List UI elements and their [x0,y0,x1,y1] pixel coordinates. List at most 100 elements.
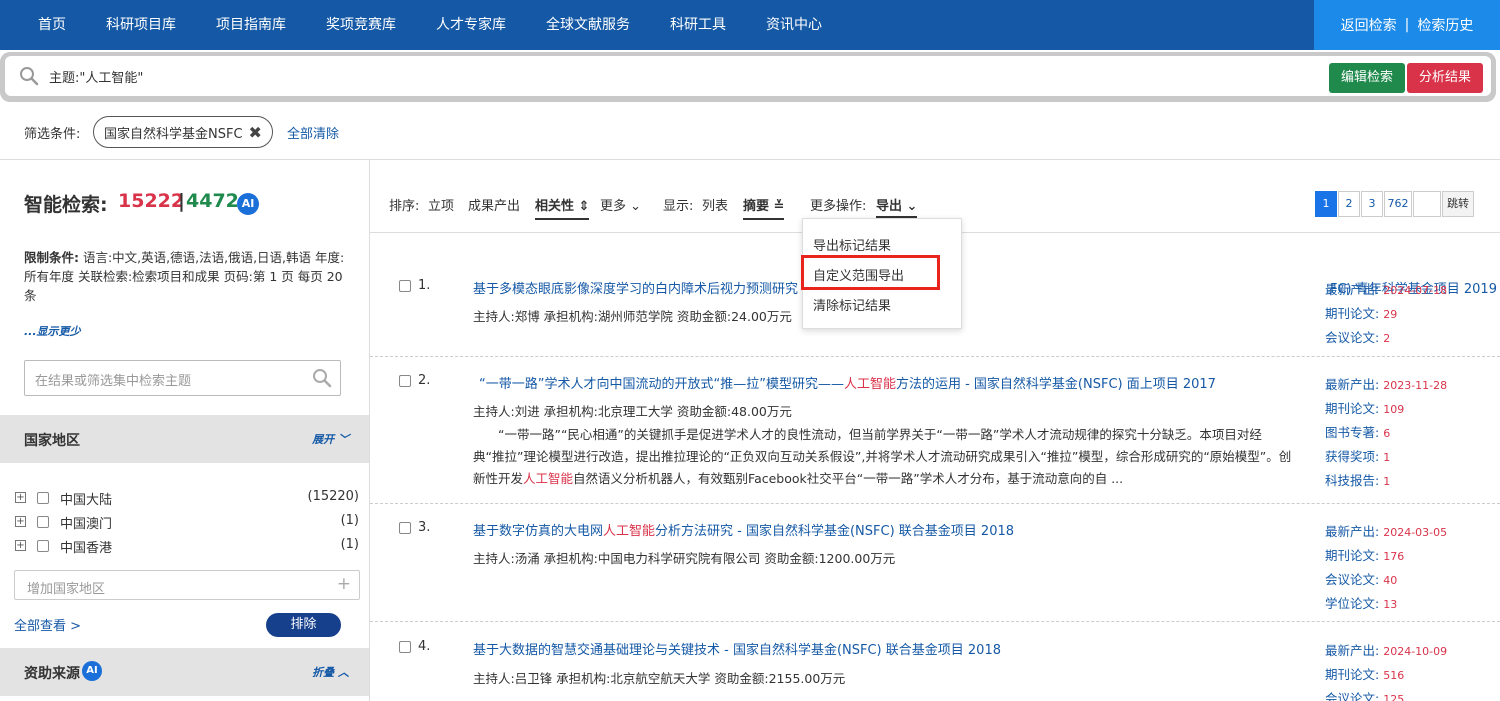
nav-experts[interactable]: 人才专家库 [416,0,526,50]
sort-by-output[interactable]: 成果产出 [468,195,520,214]
nav-home[interactable]: 首页 [0,0,86,50]
close-icon[interactable]: ✖ [249,123,262,142]
result-checkbox[interactable] [399,522,411,534]
add-region-input[interactable]: 增加国家地区 + [14,570,360,600]
result-stat[interactable]: 期刊论文: 176 [1325,545,1404,564]
display-abstract[interactable]: 摘要 ≚ [743,195,785,220]
result-title-link[interactable]: “一带一路”学术人才向中国流动的开放式“推—拉”模型研究——人工智能方法的运用 … [479,373,1216,392]
ai-icon[interactable]: AI [82,661,102,681]
region-checkbox[interactable] [37,516,49,528]
result-checkbox[interactable] [399,280,411,292]
result-stat[interactable]: 最新产出: 2023-11-28 [1325,374,1447,393]
filter-chip-nsfc[interactable]: 国家自然科学基金NSFC ✖ [93,116,273,148]
region-name[interactable]: 中国大陆 [60,489,112,508]
result-stat[interactable]: 最新产出: 2024-03-05 [1325,521,1447,540]
result-stat[interactable]: 期刊论文: 29 [1325,303,1397,322]
region-checkbox[interactable] [37,540,49,552]
expand-plus-icon[interactable]: + [15,492,26,503]
funding-section-header[interactable]: 资助来源 AI 折叠 ︿ [0,648,369,696]
filter-chip-label: 国家自然科学基金NSFC [104,126,243,142]
stat-value: 2023-11-28 [1383,379,1448,392]
result-stat[interactable]: 最新产出: 2024-10-09 [1325,640,1447,659]
title-text: 分析方法研究 - 国家自然科学基金(NSFC) 联合基金项目 2018 [655,524,1015,539]
result-stat[interactable]: 学位论文: 13 [1325,593,1397,612]
result-title-link[interactable]: 基于数字仿真的大电网人工智能分析方法研究 - 国家自然科学基金(NSFC) 联合… [473,520,1014,539]
result-title-link[interactable]: 基于多模态眼底影像深度学习的白内障术后视力预测研究 [473,278,798,297]
export-marked-item[interactable]: 导出标记结果 [813,235,891,254]
stat-label: 学位论文: [1325,596,1380,611]
result-stat[interactable]: 图书专著: 6 [1325,422,1390,441]
clear-all-filters-link[interactable]: 全部清除 [287,123,339,142]
display-list[interactable]: 列表 [702,195,728,214]
sort-more-dropdown[interactable]: 更多 ⌄ [600,195,641,214]
nav-research-projects[interactable]: 科研项目库 [86,0,196,50]
back-to-search-link[interactable]: 返回检索 [1341,15,1397,35]
page-1-button[interactable]: 1 [1315,191,1337,217]
region-section-header[interactable]: 国家地区 展开 ﹀ [0,415,369,463]
exclude-button[interactable]: 排除 [266,613,341,637]
region-row: + 中国澳门 (1) [0,511,369,535]
output-count[interactable]: 4472 [186,190,239,212]
clear-marked-item[interactable]: 清除标记结果 [813,295,891,314]
search-box[interactable]: 主题:"人工智能" 编辑检索 分析结果 [5,56,1491,96]
nav-news[interactable]: 资讯中心 [746,0,842,50]
result-title-link[interactable]: 基于大数据的智慧交通基础理论与关键技术 - 国家自然科学基金(NSFC) 联合基… [473,639,1001,658]
region-name[interactable]: 中国香港 [60,537,112,556]
stat-label: 最新产出: [1325,643,1380,658]
region-row: + 中国大陆 (15220) [0,487,369,511]
analyze-results-button[interactable]: 分析结果 [1406,63,1483,93]
title-text: 基于数字仿真的大电网 [473,524,604,539]
nav-global-literature[interactable]: 全球文献服务 [526,0,650,50]
result-meta: 主持人:吕卫锋 承担机构:北京航空航天大学 资助金额:2155.00万元 [473,671,846,686]
count-separator: | [178,190,185,212]
result-stat[interactable]: 最新产出: 2024-07-18 [1325,279,1447,298]
export-label: 导出 [876,199,903,214]
expand-plus-icon[interactable]: + [15,516,26,527]
result-stat[interactable]: 期刊论文: 109 [1325,398,1404,417]
jump-button[interactable]: 跳转 [1442,191,1474,217]
search-icon[interactable] [312,368,332,388]
expand-plus-icon[interactable]: + [15,540,26,551]
result-checkbox[interactable] [399,375,411,387]
region-expand-toggle[interactable]: 展开 ﹀ [312,431,349,447]
funding-section-title: 资助来源 [24,666,80,682]
project-count[interactable]: 15222 [118,190,184,212]
region-name[interactable]: 中国澳门 [60,513,112,532]
export-dropdown[interactable]: 导出 ⌄ [876,195,918,218]
show-less-link[interactable]: ...显示更少 [24,323,81,339]
result-stat[interactable]: 会议论文: 125 [1325,688,1404,701]
sort-by-relevance[interactable]: 相关性 ⇕ [535,195,590,220]
region-checkbox[interactable] [37,492,49,504]
funding-toggle-label: 折叠 [312,666,335,679]
page-last-button[interactable]: 762 [1384,191,1412,217]
display-label: 显示: [663,199,694,214]
stat-value: 2024-10-09 [1383,645,1448,658]
page-3-button[interactable]: 3 [1361,191,1383,217]
search-bar-wrapper: 主题:"人工智能" 编辑检索 分析结果 [0,52,1496,102]
result-stat[interactable]: 会议论文: 2 [1325,327,1390,346]
view-all-link[interactable]: 全部查看 > [14,615,81,634]
stat-label: 期刊论文: [1325,401,1380,416]
page-jump-input[interactable] [1413,191,1441,217]
page-2-button[interactable]: 2 [1338,191,1360,217]
sidebar-search-input[interactable]: 在结果或筛选集中检索主题 [24,360,341,396]
edit-search-button[interactable]: 编辑检索 [1328,63,1405,93]
result-stat[interactable]: 获得奖项: 1 [1325,446,1390,465]
nav-project-guides[interactable]: 项目指南库 [196,0,306,50]
result-stat[interactable]: 科技报告: 1 [1325,470,1390,489]
stat-label: 获得奖项: [1325,449,1380,464]
ai-icon[interactable]: AI [237,193,259,215]
nav-awards[interactable]: 奖项竞赛库 [306,0,416,50]
search-query-text[interactable]: 主题:"人工智能" [49,67,143,86]
result-stat[interactable]: 会议论文: 40 [1325,569,1397,588]
plus-icon[interactable]: + [337,574,351,594]
funding-collapse-toggle[interactable]: 折叠 ︿ [312,664,349,680]
sort-by-setup[interactable]: 立项 [428,195,454,214]
result-stat[interactable]: 期刊论文: 516 [1325,664,1404,683]
result-checkbox[interactable] [399,641,411,653]
sort-more-label: 更多 [600,199,627,214]
highlight-box [801,255,940,290]
nav-research-tools[interactable]: 科研工具 [650,0,746,50]
search-history-link[interactable]: 检索历史 [1417,15,1473,35]
nav-right-panel: 返回检索 | 检索历史 [1314,0,1500,50]
